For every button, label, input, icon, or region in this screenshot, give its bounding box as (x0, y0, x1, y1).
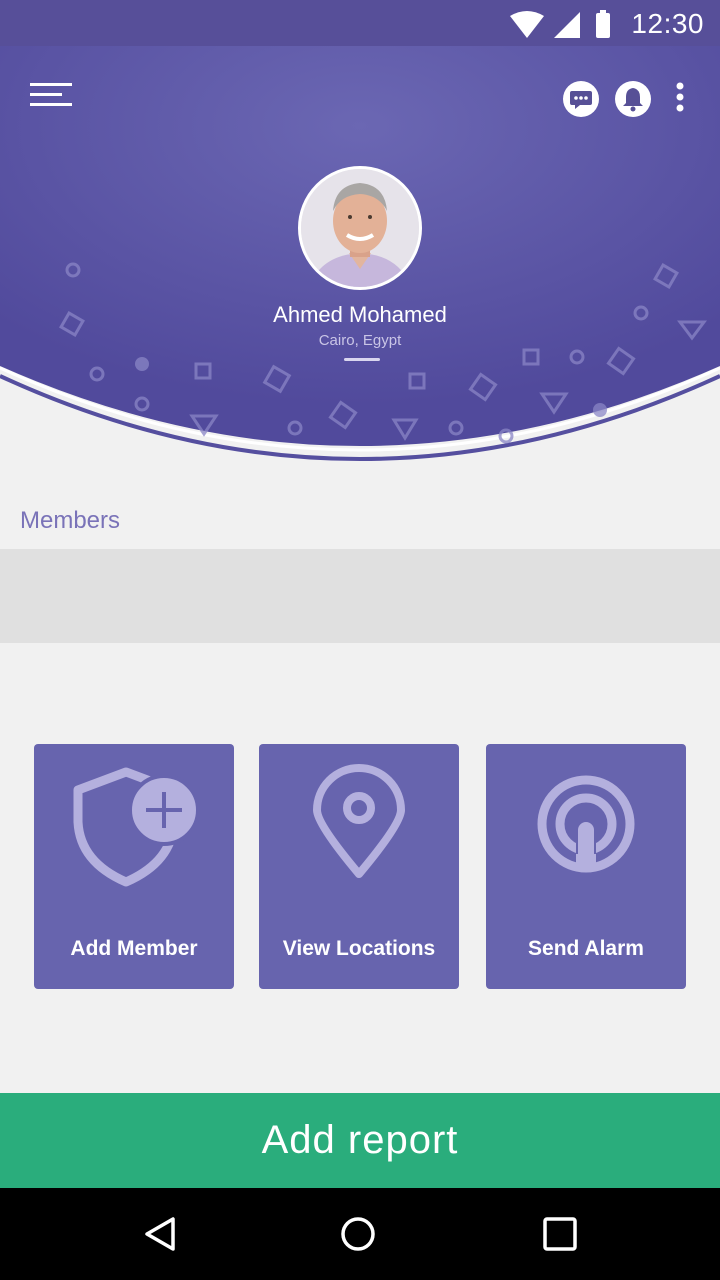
alarm-signal-icon (537, 775, 635, 873)
notification-bell-icon[interactable] (614, 80, 652, 118)
system-nav-bar (0, 1188, 720, 1280)
wifi-icon (510, 11, 544, 38)
send-alarm-label: Send Alarm (528, 937, 644, 960)
signal-icon (554, 12, 580, 38)
status-icons (510, 10, 610, 38)
shield-add-icon (73, 767, 200, 887)
status-time: 12:30 (631, 8, 704, 39)
add-member-label: Add Member (70, 937, 198, 960)
add-member-button[interactable]: Add Member (34, 744, 234, 989)
menu-button[interactable] (28, 80, 76, 110)
add-report-button[interactable]: Add report (0, 1093, 720, 1188)
profile-avatar[interactable] (298, 166, 422, 290)
recents-icon[interactable] (540, 1214, 580, 1254)
profile-name: Ahmed Mohamed (273, 302, 447, 327)
send-alarm-button[interactable]: Send Alarm (486, 744, 686, 989)
profile-header: Ahmed Mohamed Cairo, Egypt (0, 46, 720, 476)
view-locations-button[interactable]: View Locations (259, 744, 459, 989)
status-bar: 12:30 (0, 0, 720, 46)
home-icon[interactable] (338, 1214, 378, 1254)
chat-icon[interactable] (562, 80, 600, 118)
location-pin-icon (313, 764, 405, 878)
back-icon[interactable] (140, 1214, 180, 1254)
view-locations-label: View Locations (282, 937, 436, 960)
more-options-icon[interactable] (670, 80, 690, 118)
members-title: Members (20, 507, 121, 534)
battery-icon (596, 13, 610, 38)
profile-location: Cairo, Egypt (318, 332, 402, 349)
profile-divider (344, 358, 380, 361)
members-list[interactable] (0, 549, 720, 643)
